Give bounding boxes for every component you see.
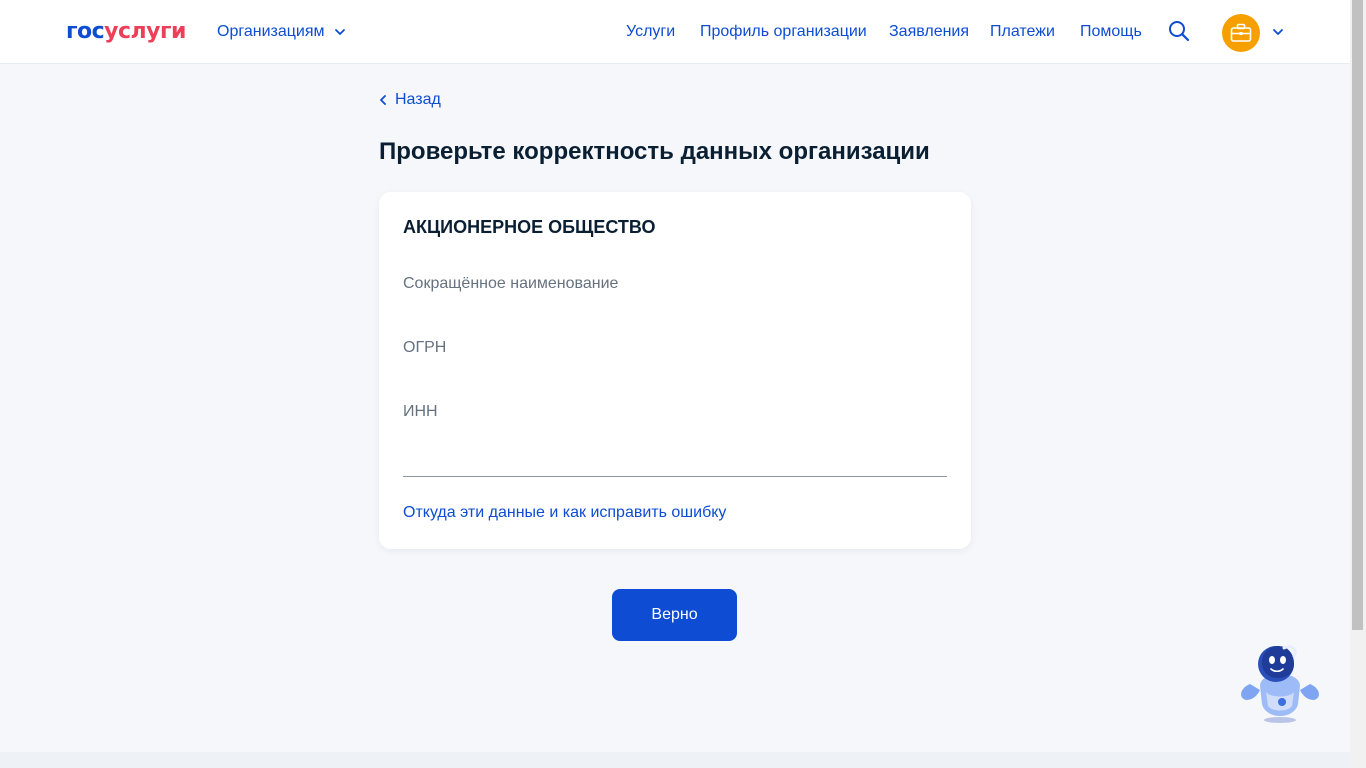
footer-strip (0, 752, 1350, 768)
organization-type: АКЦИОНЕРНОЕ ОБЩЕСТВО (403, 217, 656, 237)
header: госуслуги Организациям Услуги Профиль ор… (0, 0, 1350, 64)
scrollbar-thumb[interactable] (1352, 0, 1363, 630)
organization-data-card: АКЦИОНЕРНОЕ ОБЩЕСТВО Сокращённое наимено… (379, 192, 971, 549)
nav-item-applications[interactable]: Заявления (889, 20, 969, 44)
short-name-label: Сокращённое наименование (403, 275, 619, 292)
search-icon[interactable] (1168, 20, 1190, 42)
confirm-button[interactable]: Верно (612, 589, 737, 641)
briefcase-icon (1230, 23, 1252, 42)
nav-item-payments[interactable]: Платежи (990, 20, 1055, 44)
card-divider (403, 476, 947, 477)
main-nav: Услуги Профиль организации Заявления Пла… (0, 20, 1350, 44)
back-link-label: Назад (395, 91, 441, 108)
nav-item-org-profile[interactable]: Профиль организации (700, 20, 867, 44)
ogrn-label: ОГРН (403, 339, 447, 356)
inn-label: ИНН (403, 403, 438, 420)
data-source-help-link[interactable]: Откуда эти данные и как исправить ошибку (403, 502, 726, 524)
page-title: Проверьте корректность данных организаци… (379, 138, 930, 165)
chevron-left-icon (380, 95, 386, 105)
user-avatar[interactable] (1222, 14, 1260, 52)
nav-item-services[interactable]: Услуги (626, 20, 675, 44)
back-link[interactable]: Назад (379, 88, 441, 112)
account-menu-chevron-icon[interactable] (1271, 25, 1285, 39)
robot-assistant-icon[interactable] (1236, 640, 1324, 726)
page: госуслуги Организациям Услуги Профиль ор… (0, 0, 1366, 768)
nav-item-help[interactable]: Помощь (1080, 20, 1142, 44)
